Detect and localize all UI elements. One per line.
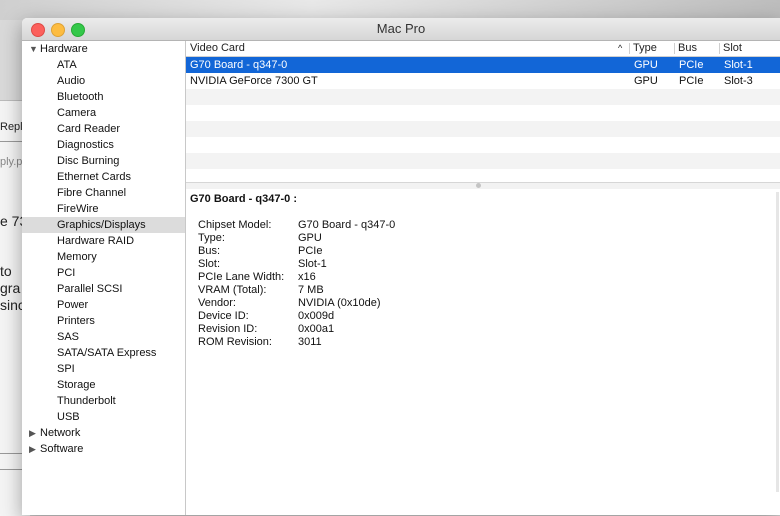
sidebar-item-bluetooth[interactable]: Bluetooth <box>22 89 185 105</box>
detail-title: G70 Board - q347-0 : <box>190 193 297 205</box>
detail-scrollbar[interactable] <box>776 192 779 492</box>
detail-field: ROM Revision: 3011 <box>198 336 322 349</box>
cell-video-card: G70 Board - q347-0 <box>190 59 288 71</box>
detail-field: Device ID: 0x009d <box>198 310 334 323</box>
empty-row <box>186 89 780 105</box>
field-value: Slot-1 <box>298 258 327 270</box>
sidebar-item-graphics-displays[interactable]: Graphics/Displays <box>22 217 185 233</box>
table-row[interactable]: NVIDIA GeForce 7300 GT GPU PCIe Slot-3 <box>186 73 780 89</box>
field-value: G70 Board - q347-0 <box>298 219 396 231</box>
field-label: Device ID: <box>198 310 249 322</box>
sidebar-item-hardware-raid[interactable]: Hardware RAID <box>22 233 185 249</box>
empty-row <box>186 153 780 169</box>
field-label: VRAM (Total): <box>198 284 267 296</box>
sidebar-group-software[interactable]: ▶ Software <box>22 441 185 457</box>
cell-slot: Slot-1 <box>724 59 753 71</box>
title-bar[interactable]: Mac Pro <box>22 18 780 41</box>
field-label: Revision ID: <box>198 323 258 335</box>
sidebar-item-firewire[interactable]: FireWire <box>22 201 185 217</box>
field-value: PCIe <box>298 245 323 257</box>
column-header-slot[interactable]: Slot <box>723 41 742 56</box>
sidebar-item-camera[interactable]: Camera <box>22 105 185 121</box>
sidebar-item-ethernet-cards[interactable]: Ethernet Cards <box>22 169 185 185</box>
bg-text-url: ply.p <box>0 156 23 168</box>
cell-slot: Slot-3 <box>724 75 753 87</box>
sidebar-item-disc-burning[interactable]: Disc Burning <box>22 153 185 169</box>
bg-text-3: gra <box>0 280 21 296</box>
sidebar-group-label: Software <box>40 443 84 455</box>
sidebar-group-label: Network <box>40 427 81 439</box>
field-value: x16 <box>298 271 316 283</box>
cell-type: GPU <box>634 75 658 87</box>
sidebar-item-card-reader[interactable]: Card Reader <box>22 121 185 137</box>
cell-bus: PCIe <box>679 75 704 87</box>
empty-row <box>186 105 780 121</box>
sidebar-item-usb[interactable]: USB <box>22 409 185 425</box>
empty-row <box>186 121 780 137</box>
sidebar-item-spi[interactable]: SPI <box>22 361 185 377</box>
sidebar-item-diagnostics[interactable]: Diagnostics <box>22 137 185 153</box>
field-label: ROM Revision: <box>198 336 272 348</box>
sidebar-item-parallel-scsi[interactable]: Parallel SCSI <box>22 281 185 297</box>
sidebar-item-fibre-channel[interactable]: Fibre Channel <box>22 185 185 201</box>
sidebar-item-audio[interactable]: Audio <box>22 73 185 89</box>
detail-field: Vendor: NVIDIA (0x10de) <box>198 297 381 310</box>
detail-pane: G70 Board - q347-0 : Chipset Model: G70 B… <box>186 189 780 515</box>
sidebar-item-sata[interactable]: SATA/SATA Express <box>22 345 185 361</box>
field-label: Type: <box>198 232 225 244</box>
field-value: 7 MB <box>298 284 324 296</box>
content-pane: Video Card ^ Type Bus Slot G70 Board - q… <box>186 41 780 515</box>
disclosure-closed-icon[interactable]: ▶ <box>29 441 36 457</box>
column-header-bus[interactable]: Bus <box>678 41 697 56</box>
sort-ascending-icon[interactable]: ^ <box>618 41 622 56</box>
detail-field: Slot: Slot-1 <box>198 258 327 271</box>
field-value: 3011 <box>298 336 322 348</box>
field-label: Slot: <box>198 258 221 270</box>
detail-field: Bus: PCIe <box>198 245 322 258</box>
sidebar-item-memory[interactable]: Memory <box>22 249 185 265</box>
sidebar-item-storage[interactable]: Storage <box>22 377 185 393</box>
column-divider[interactable] <box>719 43 720 54</box>
detail-field: Chipset Model: G70 Board - q347-0 <box>198 219 395 232</box>
column-divider[interactable] <box>674 43 675 54</box>
sidebar-group-hardware[interactable]: ▼ Hardware <box>22 41 185 57</box>
field-value: GPU <box>298 232 322 244</box>
detail-field: Type: GPU <box>198 232 322 245</box>
detail-field: PCIe Lane Width: x16 <box>198 271 316 284</box>
field-value: NVIDIA (0x10de) <box>298 297 381 309</box>
field-label: Bus: <box>198 245 221 257</box>
disclosure-closed-icon[interactable]: ▶ <box>29 425 36 441</box>
split-handle-icon[interactable] <box>476 183 481 188</box>
sidebar-item-printers[interactable]: Printers <box>22 313 185 329</box>
cell-bus: PCIe <box>679 59 704 71</box>
field-value: 0x00a1 <box>298 323 335 335</box>
column-header-video-card[interactable]: Video Card <box>190 41 245 56</box>
sidebar: ▼ Hardware ATA Audio Bluetooth Camera Ca… <box>22 41 186 515</box>
table-header: Video Card ^ Type Bus Slot <box>186 41 780 57</box>
sidebar-group-label: Hardware <box>40 43 88 55</box>
detail-field: VRAM (Total): 7 MB <box>198 284 324 297</box>
window-title: Mac Pro <box>376 21 426 36</box>
table-row[interactable]: G70 Board - q347-0 GPU PCIe Slot-1 <box>186 57 780 73</box>
sidebar-item-power[interactable]: Power <box>22 297 185 313</box>
sidebar-item-thunderbolt[interactable]: Thunderbolt <box>22 393 185 409</box>
field-label: Vendor: <box>198 297 236 309</box>
detail-field: Revision ID: 0x00a1 <box>198 323 334 336</box>
disclosure-open-icon[interactable]: ▼ <box>29 41 38 57</box>
sidebar-item-ata[interactable]: ATA <box>22 57 185 73</box>
field-label: PCIe Lane Width: <box>198 271 285 283</box>
sidebar-group-network[interactable]: ▶ Network <box>22 425 185 441</box>
cell-type: GPU <box>634 59 658 71</box>
system-information-window: Mac Pro ▼ Hardware ATA Audio Bluetooth C… <box>22 18 780 515</box>
column-header-type[interactable]: Type <box>633 41 657 56</box>
sidebar-item-sas[interactable]: SAS <box>22 329 185 345</box>
sidebar-item-pci[interactable]: PCI <box>22 265 185 281</box>
bg-text-2: to <box>0 263 12 279</box>
empty-row <box>186 137 780 153</box>
column-divider[interactable] <box>629 43 630 54</box>
cell-video-card: NVIDIA GeForce 7300 GT <box>190 75 318 87</box>
field-value: 0x009d <box>298 310 335 322</box>
field-label: Chipset Model: <box>198 219 272 231</box>
desktop-background <box>0 0 780 20</box>
